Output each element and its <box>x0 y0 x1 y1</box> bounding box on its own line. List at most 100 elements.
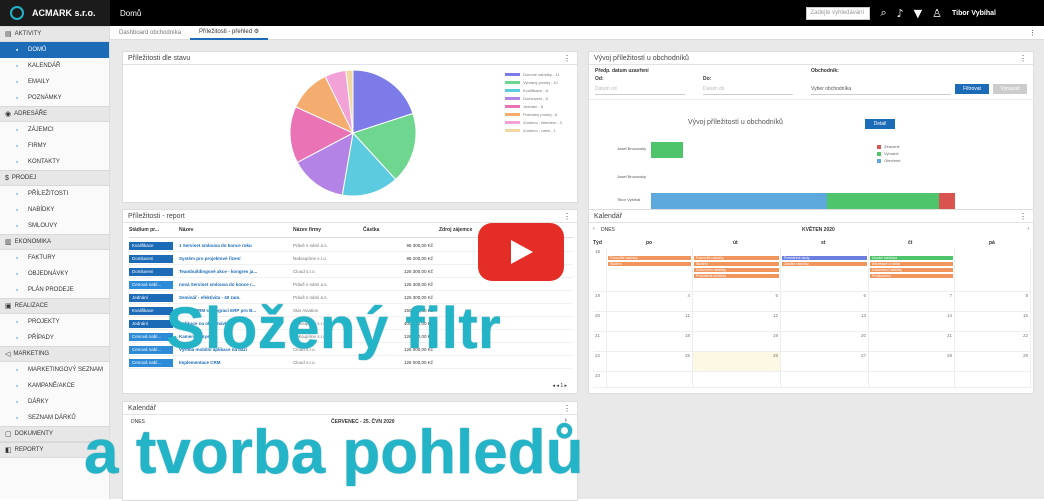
calendar-day-cell[interactable]: 29 <box>955 352 1031 372</box>
calendar-event[interactable]: Prodloužení <box>870 274 953 278</box>
calendar-event[interactable]: Pravidelné schůzky <box>694 274 779 278</box>
trend-bar[interactable] <box>939 193 955 209</box>
panel-menu-icon[interactable]: ⋮ <box>1019 212 1027 221</box>
calendar-day-cell[interactable]: 7 <box>869 292 955 312</box>
trend-bar[interactable] <box>651 193 827 209</box>
legend-item[interactable]: Zrušeno - námi - 1 <box>505 126 562 134</box>
calendar-day-cell[interactable] <box>781 372 869 388</box>
detail-button[interactable]: Detail <box>865 119 895 129</box>
calendar-event[interactable]: Školení <box>694 262 779 266</box>
sidebar-item[interactable]: ▪ PŘÍPADY <box>0 330 109 346</box>
calendar-day-cell[interactable]: 11 <box>607 312 693 332</box>
pagination[interactable]: ◂ ◂ 1 ▸ <box>553 383 567 389</box>
calendar-event[interactable]: Informace o rámci <box>870 262 953 266</box>
calendar-event[interactable]: Pokročilé nabídky <box>694 256 779 260</box>
sidebar-item[interactable]: ▪ FIRMY <box>0 138 109 154</box>
calendar-day-cell[interactable] <box>693 372 781 388</box>
today-button[interactable]: DNES <box>601 227 615 233</box>
user-icon[interactable]: ♙ <box>932 7 942 20</box>
filter-button[interactable]: Filtrovat <box>955 84 989 94</box>
trend-legend-item[interactable]: Vyhrané <box>877 151 899 156</box>
sidebar-item[interactable]: ▪ DÁRKY <box>0 394 109 410</box>
calendar-day-cell[interactable] <box>607 372 693 388</box>
panel-menu-icon[interactable]: ⋮ <box>563 212 571 221</box>
bell-icon[interactable]: ♪ <box>897 7 904 20</box>
calendar-day-cell[interactable]: 15 <box>955 312 1031 332</box>
calendar-event[interactable]: Školení <box>608 262 691 266</box>
trend-legend-item[interactable]: Ztracené <box>877 144 900 149</box>
legend-item[interactable]: Kvalifikace - 8 <box>505 86 562 94</box>
calendar-event[interactable]: Dokončení nabídky <box>870 268 953 272</box>
sidebar-item[interactable]: ▪ FAKTURY <box>0 250 109 266</box>
firm-name-link[interactable]: Právě s námi a.s. <box>293 282 363 287</box>
calendar-day-cell[interactable]: 5 <box>693 292 781 312</box>
sidebar-section-prodej[interactable]: $ PRODEJ <box>0 170 109 186</box>
calendar-day-cell[interactable] <box>955 248 1031 292</box>
prev-icon[interactable]: ‹ <box>593 226 595 232</box>
legend-item[interactable]: Jednání - 8 <box>505 102 562 110</box>
calendar-event[interactable]: Zaslání nabídky <box>782 262 867 266</box>
opportunity-name-link[interactable]: Teambuildingové akce - kongres ja... <box>179 269 293 274</box>
calendar-day-cell[interactable]: 13 <box>781 312 869 332</box>
calendar-event[interactable]: Pokročilé nabídky <box>608 256 691 260</box>
sidebar-item[interactable]: ▪ ZÁJEMCI <box>0 122 109 138</box>
column-header[interactable]: Název <box>179 227 293 237</box>
calendar-day-cell[interactable]: 18 <box>607 332 693 352</box>
sidebar-section-realizace[interactable]: ▣ REALIZACE <box>0 298 109 314</box>
filter-icon[interactable]: ▼ <box>914 7 922 20</box>
sidebar-item[interactable]: ▪ MARKETINGOVÝ SEZNAM <box>0 362 109 378</box>
sidebar-item[interactable]: ▪ KONTAKTY <box>0 154 109 170</box>
opportunity-name-link[interactable]: 1 Serviset smlouva do konce roku <box>179 243 293 248</box>
calendar-day-cell[interactable]: 12 <box>693 312 781 332</box>
opportunity-name-link[interactable]: Systém pro projektové řízení <box>179 256 293 261</box>
sidebar-section-marketing[interactable]: ◁ MARKETING <box>0 346 109 362</box>
calendar-day-cell[interactable] <box>607 248 693 292</box>
panel-menu-icon[interactable]: ⋮ <box>563 54 571 63</box>
sidebar-item[interactable]: ▪ SMLOUVY <box>0 218 109 234</box>
opportunity-name-link[interactable]: nová Serviset smlouva do konce r... <box>179 282 293 287</box>
legend-item[interactable]: Zrušeno - klientem - 3 <box>505 118 562 126</box>
sidebar-section-adresáře[interactable]: ◉ ADRESÁŘE <box>0 106 109 122</box>
search-icon[interactable]: ⌕ <box>880 6 886 20</box>
calendar-day-cell[interactable]: 19 <box>693 332 781 352</box>
tab-dashboard[interactable]: Dashboard obchodníka <box>110 26 190 40</box>
sidebar-item[interactable]: ▪ OBJEDNÁVKY <box>0 266 109 282</box>
column-header[interactable]: Částka <box>363 227 433 237</box>
sidebar-item[interactable]: ▪ POZNÁMKY <box>0 90 109 106</box>
calendar-day-cell[interactable] <box>869 372 955 388</box>
legend-item[interactable]: Domluveni - 8 <box>505 94 562 102</box>
search-input[interactable]: Zadejte vyhledávání <box>806 6 871 20</box>
play-button[interactable] <box>478 223 564 281</box>
sidebar-item[interactable]: ▪ PLÁN PRODEJE <box>0 282 109 298</box>
tab-opportunities-overview[interactable]: Příležitosti - přehled ⚙ <box>190 26 269 40</box>
panel-menu-icon[interactable]: ⋮ <box>563 404 571 413</box>
seller-select[interactable]: Vyber obchodníka <box>811 83 951 95</box>
sidebar-item[interactable]: ▪ DOMŮ <box>0 42 109 58</box>
legend-item[interactable]: Donové nabídky - 11 <box>505 70 562 78</box>
panel-menu-icon[interactable]: ⋮ <box>1019 54 1027 63</box>
sidebar-section-ekonomika[interactable]: ▥ EKONOMIKA <box>0 234 109 250</box>
legend-item[interactable]: Vyhraný prodej - 10 <box>505 78 562 86</box>
trend-bar[interactable] <box>651 142 683 158</box>
calendar-day-cell[interactable]: 27 <box>781 352 869 372</box>
more-icon[interactable]: ⋮ <box>1029 29 1036 37</box>
column-header[interactable]: Stádium pr... <box>129 227 179 237</box>
firm-name-link[interactable]: Nakoupíme s.r.o. <box>293 256 363 261</box>
firm-name-link[interactable]: Cloud s.r.o. <box>293 269 363 274</box>
trend-legend-item[interactable]: Otevřené <box>877 158 900 163</box>
calendar-day-cell[interactable] <box>781 248 869 292</box>
calendar-day-cell[interactable]: 8 <box>955 292 1031 312</box>
calendar-day-cell[interactable]: 4 <box>607 292 693 312</box>
sidebar-section-aktivity[interactable]: ▤ AKTIVITY <box>0 26 109 42</box>
calendar-day-cell[interactable] <box>955 372 1031 388</box>
calendar-day-cell[interactable]: 21 <box>869 332 955 352</box>
calendar-day-cell[interactable]: 14 <box>869 312 955 332</box>
trend-bar[interactable] <box>827 193 939 209</box>
app-logo[interactable]: ACMARK s.r.o. <box>0 0 110 26</box>
sidebar-item[interactable]: ▪ EMAILY <box>0 74 109 90</box>
calendar-day-cell[interactable]: 26 <box>693 352 781 372</box>
sidebar-item[interactable]: ▪ KAMPANĚ/AKCE <box>0 378 109 394</box>
calendar-day-cell[interactable]: 20 <box>781 332 869 352</box>
calendar-day-cell[interactable]: 28 <box>869 352 955 372</box>
firm-name-link[interactable]: Právě s námi a.s. <box>293 243 363 248</box>
